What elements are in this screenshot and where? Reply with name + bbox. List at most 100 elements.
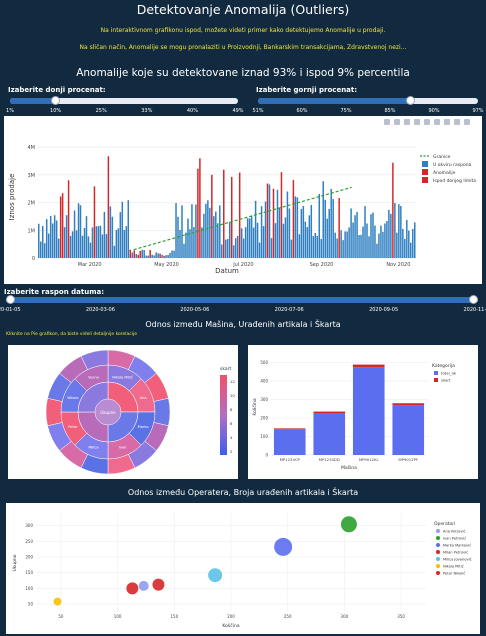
slider-tick-label: 60%	[296, 108, 308, 114]
sales-bar	[272, 188, 275, 258]
sales-bar	[228, 222, 231, 258]
sales-bar	[410, 242, 412, 258]
operator-bubble-chart[interactable]: 50 100 150 200 250 300 50 100 150 200 250 300 350 Kol…	[6, 503, 480, 634]
slider-tick-label: 1%	[6, 108, 14, 114]
x-tick-label: Sep 2020	[310, 262, 334, 268]
y-tick-label: 250	[25, 539, 33, 544]
sales-bar	[260, 206, 263, 258]
sunburst-label: Vesna	[88, 375, 99, 379]
colorbar-tick: 10	[230, 393, 235, 398]
sales-bar	[211, 174, 213, 258]
date-range-slider[interactable]	[6, 295, 478, 304]
sales-bar	[145, 255, 147, 258]
anomaly-bar-chart[interactable]: 01M2M3M4MMar 2020 May 2020 Jul 2020 Sep 202…	[4, 116, 482, 284]
sales-bar	[135, 253, 137, 258]
date-slider-start-handle[interactable]	[6, 295, 15, 304]
sales-bar	[262, 226, 265, 258]
sales-bar	[121, 201, 124, 258]
sales-bar	[266, 183, 269, 258]
sales-bar	[81, 235, 84, 258]
sales-bar	[276, 189, 279, 258]
operator-scatter-panel: 50 100 150 200 250 300 50 100 150 200 250 300 350 Kol…	[6, 503, 480, 634]
slider-tick-label: 10%	[50, 108, 62, 114]
colorbar-tick: 4	[230, 435, 233, 440]
sales-bar	[350, 208, 352, 258]
y-tick-label: 0	[32, 256, 35, 262]
x-tick-label: 250	[284, 614, 292, 619]
slider-tick-label: 2020-09-05	[369, 307, 399, 313]
lower-slider-handle[interactable]	[51, 96, 60, 105]
y-axis-title: Ukupno	[12, 554, 18, 571]
lower-slider-label: Izaberite donji procenat:	[8, 86, 106, 94]
sales-bar	[147, 255, 149, 258]
sales-bar	[406, 219, 408, 258]
y-axis-title: Količina	[251, 398, 258, 416]
sales-bar	[332, 199, 334, 258]
bar-total-ok	[273, 429, 306, 455]
sunburst-label: Marko	[138, 425, 149, 429]
sales-bar	[250, 215, 253, 258]
date-slider-end-handle[interactable]	[469, 295, 478, 304]
sales-bar	[165, 255, 167, 258]
slider-tick-label: 85%	[384, 108, 396, 114]
sales-bar	[67, 180, 70, 258]
sales-bar	[376, 243, 378, 258]
sales-bar	[394, 203, 396, 258]
sales-bar	[390, 213, 392, 258]
sales-bar	[47, 233, 50, 258]
toolbar-icon	[394, 119, 400, 125]
toolbar-icon	[384, 119, 390, 125]
sales-bar	[173, 250, 175, 258]
upper-percent-slider[interactable]	[258, 96, 478, 105]
sales-bar	[358, 235, 360, 258]
sales-bar	[372, 212, 374, 258]
sales-bar	[137, 254, 139, 258]
sales-bar	[234, 238, 237, 258]
sales-bar	[185, 232, 187, 258]
sales-bar	[71, 231, 74, 258]
sales-bar	[141, 249, 143, 258]
x-tick-label: 300	[341, 614, 349, 619]
sales-bar	[306, 226, 309, 258]
sales-bar	[133, 250, 135, 258]
sales-bar	[366, 223, 368, 258]
sales-bar	[238, 172, 241, 258]
sunburst-panel: Ukupno Nikola Mitić Ana Marko Ivan Milica Peta…	[8, 345, 238, 479]
bar-skart	[273, 428, 306, 430]
sales-bar	[414, 222, 416, 258]
sales-bar	[292, 180, 295, 258]
sales-bar	[53, 215, 56, 258]
sales-bar	[354, 215, 356, 258]
x-tick-label: 100	[114, 614, 122, 619]
bar-skart	[352, 364, 385, 368]
sales-bar	[83, 227, 86, 258]
sales-bar	[244, 227, 247, 258]
sales-bar	[356, 212, 358, 258]
upper-slider-handle[interactable]	[406, 96, 415, 105]
sales-bar	[167, 255, 169, 258]
sales-bar	[163, 255, 165, 258]
sales-bar	[45, 219, 48, 258]
sales-bar	[187, 218, 189, 258]
legend-label: Marko Marković	[443, 544, 471, 548]
slider-tick-label: 25%	[95, 108, 107, 114]
sales-bar	[396, 232, 398, 258]
sales-bar	[318, 193, 321, 258]
slider-tick-label: 40%	[186, 108, 198, 114]
y-tick-label: 100	[25, 586, 33, 591]
sales-bar	[412, 228, 414, 258]
machine-stacked-bar-chart[interactable]: 0 100 200 300 400 500 MP1234CP MP1234DD MP9012KL…	[248, 345, 478, 479]
lower-percent-slider[interactable]	[10, 96, 238, 105]
slider-tick-label: 90%	[428, 108, 440, 114]
x-axis-title: Mašina	[341, 464, 357, 471]
sales-bar	[294, 196, 297, 258]
machine-sunburst-chart[interactable]: Ukupno Nikola Mitić Ana Marko Ivan Milica Peta…	[8, 345, 238, 479]
sales-bar	[280, 172, 283, 258]
x-tick-label: 350	[397, 614, 405, 619]
sales-bar	[213, 216, 215, 258]
legend-label: Nikola Mitić	[443, 565, 464, 569]
sales-bar	[240, 228, 243, 258]
sales-bar	[326, 218, 328, 258]
colorbar-tick: 2	[230, 449, 233, 454]
sales-bar	[151, 254, 153, 258]
